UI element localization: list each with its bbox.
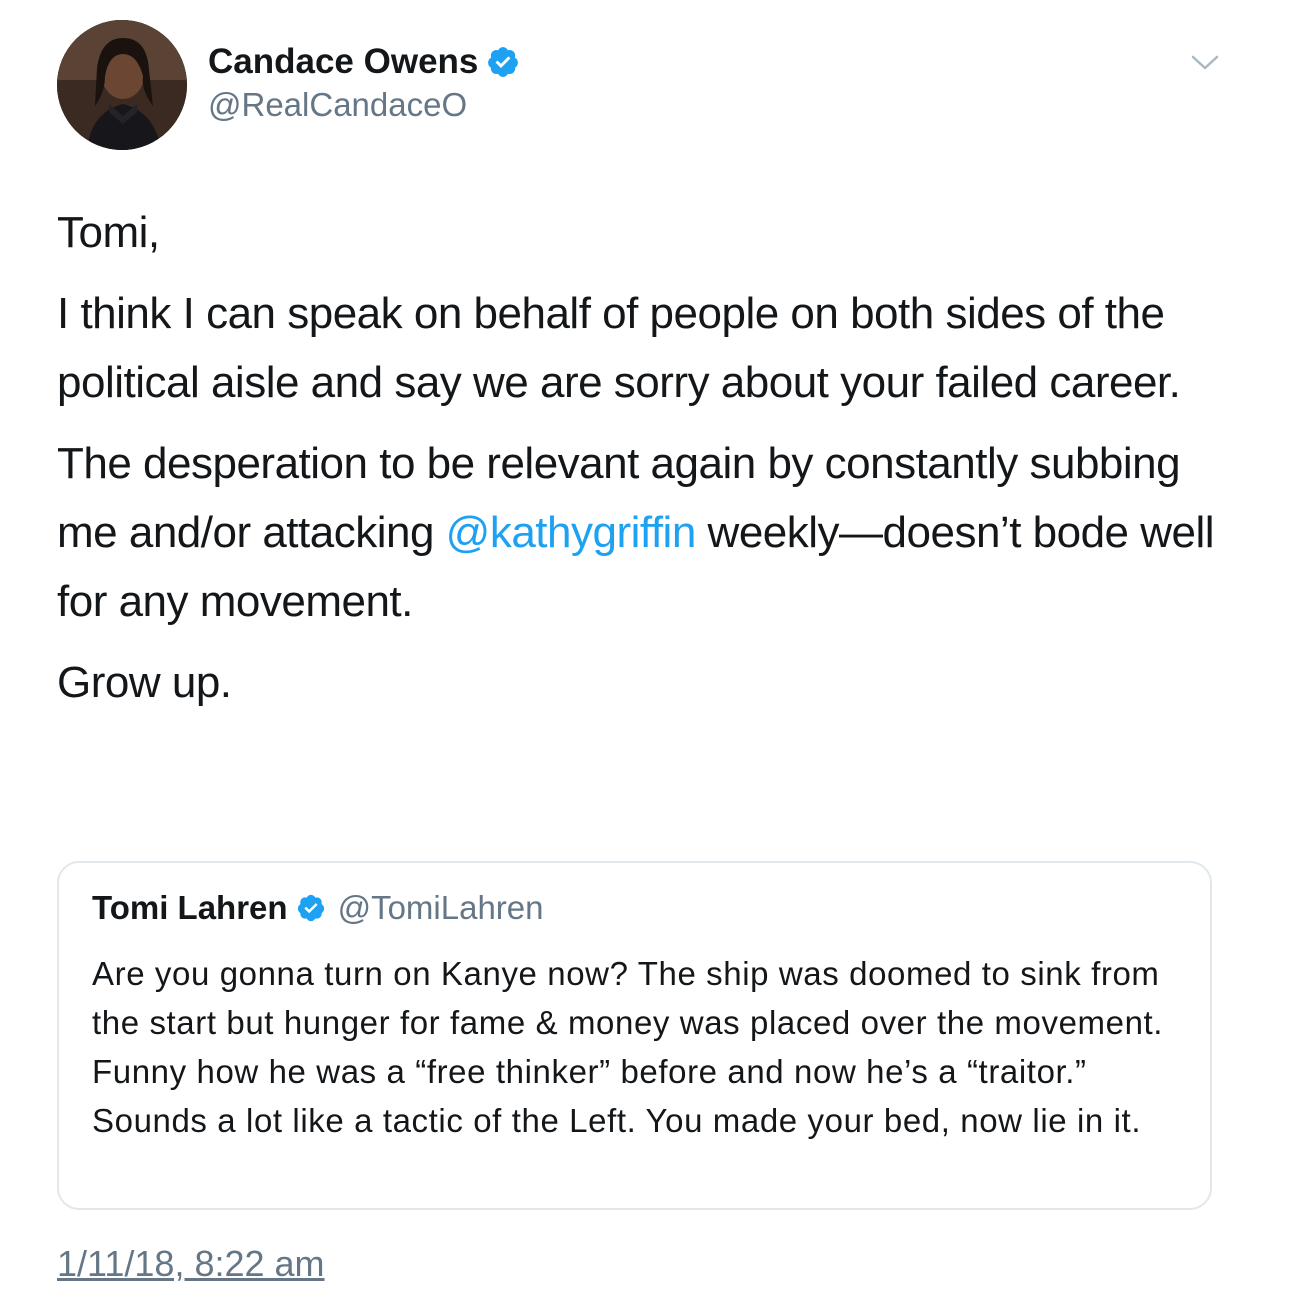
tweet-closing: Grow up. xyxy=(57,658,232,707)
avatar-image xyxy=(57,20,187,150)
quoted-tweet-header: Tomi Lahren @TomiLahren xyxy=(92,889,544,927)
author-display-name-row[interactable]: Candace Owens xyxy=(208,40,520,84)
verified-badge-icon xyxy=(486,45,520,79)
tweet-body: Tomi, I think I can speak on behalf of p… xyxy=(57,198,1227,729)
chevron-down-icon[interactable] xyxy=(1190,52,1220,74)
author-display-name[interactable]: Candace Owens xyxy=(208,40,478,84)
quoted-author-name: Tomi Lahren xyxy=(92,889,288,926)
verified-badge-icon xyxy=(296,893,326,923)
quoted-tweet-text: Are you gonna turn on Kanye now? The shi… xyxy=(92,955,1164,1139)
avatar[interactable] xyxy=(57,20,187,150)
author-handle[interactable]: @RealCandaceO xyxy=(208,84,467,126)
quoted-tweet-card[interactable]: Tomi Lahren @TomiLahren Are you gonna tu… xyxy=(57,861,1212,1210)
tweet-paragraph-with-mention: The desperation to be relevant again by … xyxy=(57,429,1227,636)
tweet-timestamp-link[interactable]: 1/11/18, 8:22 am xyxy=(57,1242,325,1286)
mention-link[interactable]: @kathygriffin xyxy=(446,508,697,557)
tweet-paragraph: I think I can speak on behalf of people … xyxy=(57,289,1181,407)
quoted-author-handle: @TomiLahren xyxy=(337,889,544,926)
tweet-greeting: Tomi, xyxy=(57,208,160,257)
